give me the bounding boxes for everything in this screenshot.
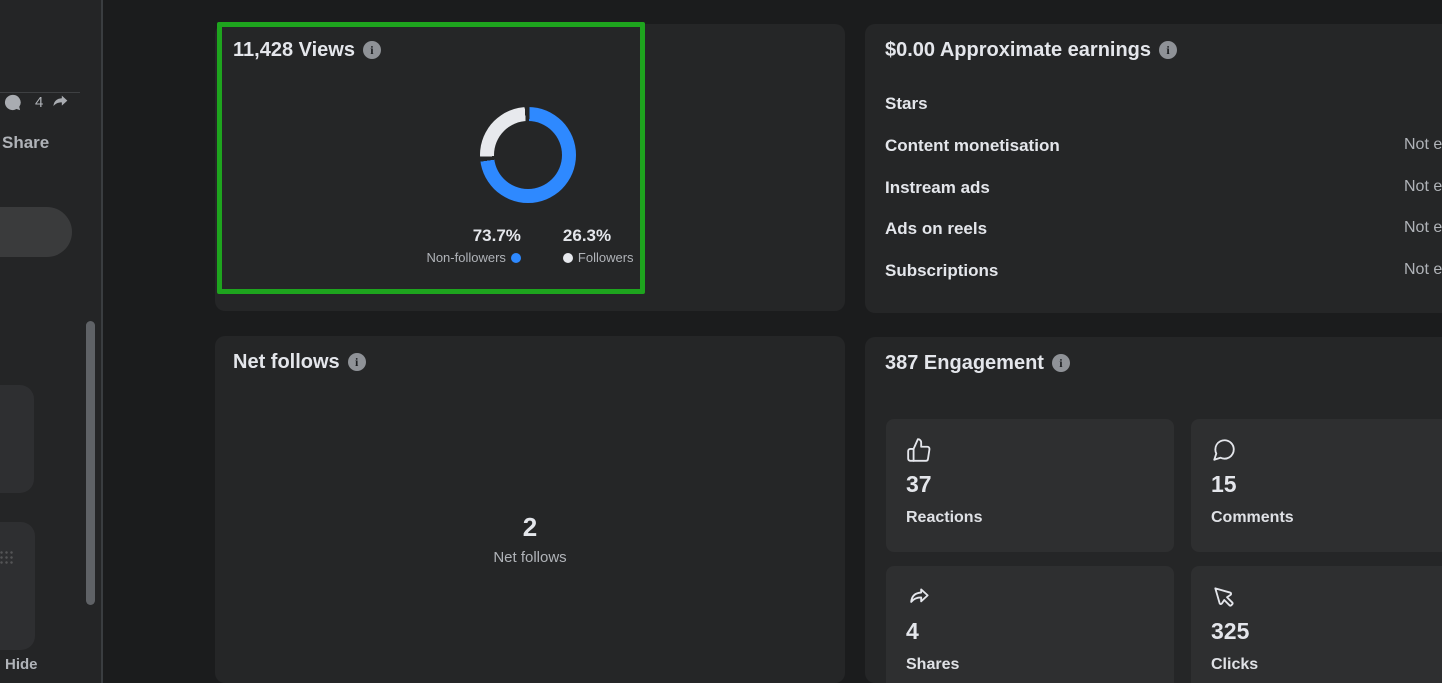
earnings-row-instream-ads: Instream ads Not elig — [885, 178, 1442, 198]
earnings-card: $0.00 Approximate earnings Stars $ Conte… — [865, 24, 1442, 313]
info-icon[interactable] — [362, 41, 381, 59]
net-follows-card-title: Net follows — [233, 350, 366, 374]
comment-icon — [1211, 437, 1237, 463]
insights-screen: 4 Share Hide 11,428 Views 73.7% Non-foll… — [0, 0, 1442, 683]
shares-label: Shares — [906, 656, 960, 673]
thumbs-up-icon — [906, 437, 932, 463]
views-card-title: 11,428 Views — [233, 38, 381, 62]
reactions-label: Reactions — [906, 509, 983, 526]
clicks-label: Clicks — [1211, 656, 1259, 673]
blue-dot-icon — [510, 253, 521, 263]
sidebar-scrollbar[interactable] — [86, 321, 95, 605]
views-donut-chart — [480, 107, 576, 203]
earnings-value: Not elig — [1404, 178, 1442, 195]
earnings-value: Not elig — [1404, 219, 1442, 236]
info-icon[interactable] — [1159, 41, 1178, 59]
shares-tile: 4 Shares — [886, 566, 1174, 683]
clicks-tile: 325 Clicks — [1191, 566, 1442, 683]
donut-legend: 73.7% Non-followers 26.3% Followers — [215, 226, 845, 265]
legend-value: 26.3% — [562, 226, 612, 245]
share-count: 4 — [35, 94, 44, 111]
engagement-card-title: 387 Engagement — [885, 351, 1070, 375]
legend-item-followers: 26.3% Followers — [562, 226, 634, 265]
earnings-row-content-monetisation: Content monetisation Not elig — [885, 136, 1442, 156]
pointer-click-icon — [1211, 584, 1237, 610]
net-follows-value: 2 — [522, 512, 538, 542]
views-title-text: 11,428 Views — [233, 39, 355, 61]
share-arrow-icon — [49, 91, 71, 113]
clicks-count: 325 — [1211, 618, 1250, 644]
legend-item-non-followers: 73.7% Non-followers — [426, 226, 521, 265]
reactions-tile: 37 Reactions — [886, 419, 1174, 552]
sidebar-panel-item — [0, 522, 35, 650]
comments-label: Comments — [1211, 509, 1294, 526]
share-button[interactable]: Share — [2, 133, 49, 153]
post-sidebar: 4 Share Hide — [0, 0, 103, 683]
net-follows-label: Net follows — [493, 549, 567, 566]
info-icon[interactable] — [1051, 354, 1070, 372]
legend-value: 73.7% — [472, 226, 521, 245]
hide-button[interactable]: Hide — [5, 656, 38, 673]
comments-tile: 15 Comments — [1191, 419, 1442, 552]
net-follows-metric: 2 Net follows — [215, 512, 845, 566]
legend-label: Followers — [562, 250, 634, 265]
earnings-row-ads-on-reels: Ads on reels Not elig — [885, 219, 1442, 239]
legend-label: Non-followers — [426, 250, 521, 265]
partial-emoji-icon — [0, 550, 13, 566]
net-follows-card: Net follows 2 Net follows — [215, 336, 845, 683]
earnings-value: Not elig — [1404, 261, 1442, 278]
views-card: 11,428 Views 73.7% Non-followers 26.3% F… — [215, 24, 845, 311]
white-dot-icon — [562, 253, 573, 263]
reactions-count: 37 — [906, 471, 932, 497]
share-icon — [906, 584, 932, 610]
net-follows-title-text: Net follows — [233, 351, 340, 373]
engagement-title-text: 387 Engagement — [885, 352, 1044, 374]
comments-count: 15 — [1211, 471, 1237, 497]
engagement-card: 387 Engagement 37 Reactions 15 Comments … — [865, 337, 1442, 683]
sidebar-panel-item — [0, 385, 34, 493]
comment-bubble-icon — [3, 93, 22, 112]
earnings-title-text: $0.00 Approximate earnings — [885, 39, 1152, 61]
earnings-row-subscriptions: Subscriptions Not elig — [885, 261, 1442, 281]
earnings-card-title: $0.00 Approximate earnings — [885, 38, 1178, 62]
shares-count: 4 — [906, 618, 919, 644]
comment-input-pill[interactable] — [0, 207, 72, 257]
earnings-row-stars: Stars $ — [885, 94, 928, 113]
info-icon[interactable] — [347, 353, 366, 371]
earnings-value: Not elig — [1404, 136, 1442, 153]
